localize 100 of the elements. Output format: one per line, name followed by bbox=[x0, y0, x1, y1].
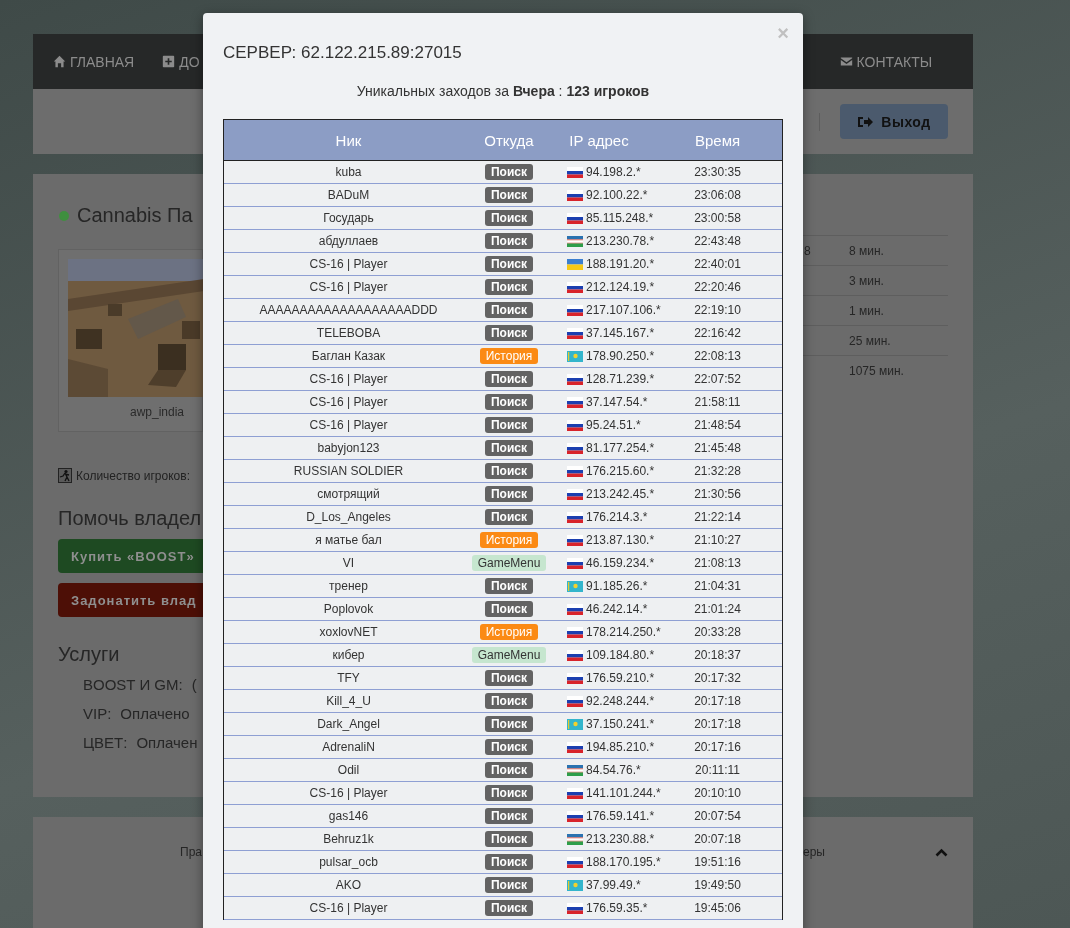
source-badge: Поиск bbox=[485, 302, 533, 318]
table-cell: 1 мин. bbox=[849, 303, 884, 318]
map-thumbnail[interactable]: awp_india bbox=[58, 249, 203, 432]
time-cell-text: 23:00:58 bbox=[693, 211, 742, 225]
nick-cell-text: BADuM bbox=[326, 188, 371, 202]
nick-cell-text: gas146 bbox=[327, 809, 370, 823]
time-cell-text: 22:20:46 bbox=[693, 280, 742, 294]
ip-address: 91.185.26.* bbox=[586, 579, 648, 593]
ip-address: 188.170.195.* bbox=[586, 855, 661, 869]
nav-link[interactable]: ДО bbox=[162, 53, 200, 70]
time-cell-text: 21:10:27 bbox=[693, 533, 742, 547]
nick-cell-text: Kill_4_U bbox=[325, 694, 372, 708]
time-cell-text: 22:40:01 bbox=[693, 257, 742, 271]
source-badge: Поиск bbox=[485, 785, 533, 801]
source-badge: Поиск bbox=[485, 716, 533, 732]
source-badge: Поиск bbox=[485, 693, 533, 709]
nick-cell-text: я матье бал bbox=[314, 533, 383, 547]
time-cell-text: 23:06:08 bbox=[693, 188, 742, 202]
ip-address: 109.184.80.* bbox=[586, 648, 655, 662]
nick-cell-text: Государь bbox=[322, 211, 375, 225]
nick-cell-text: Odil bbox=[336, 763, 361, 777]
time-cell-text: 21:45:48 bbox=[693, 441, 742, 455]
ip-address: 37.147.54.* bbox=[586, 395, 648, 409]
nick-cell-text: CS-16 | Player bbox=[308, 418, 389, 432]
ip-address: 178.90.250.* bbox=[586, 349, 655, 363]
nick-cell-text: AAAAAAAAAAAAAAAAAAADDD bbox=[258, 303, 439, 317]
nav-link[interactable]: ГЛАВНАЯ bbox=[53, 53, 135, 70]
time-cell-text: 22:16:42 bbox=[693, 326, 742, 340]
source-badge: Поиск bbox=[485, 831, 533, 847]
map-name: awp_india bbox=[130, 405, 186, 419]
ip-address: 176.59.35.* bbox=[586, 901, 648, 915]
sign-out-icon bbox=[857, 114, 875, 129]
ip-address: 84.54.76.* bbox=[586, 763, 641, 777]
nick-cell-text: CS-16 | Player bbox=[308, 786, 389, 800]
table-cell: 8 bbox=[804, 243, 811, 258]
nick-cell-text: TFY bbox=[336, 671, 361, 685]
source-badge: История bbox=[479, 532, 539, 548]
table-cell: 1075 мин. bbox=[849, 363, 904, 378]
ip-address: 81.177.254.* bbox=[586, 441, 655, 455]
ip-address: 217.107.106.* bbox=[586, 303, 661, 317]
time-cell-text: 19:45:06 bbox=[693, 901, 742, 915]
nick-cell-text: VI bbox=[341, 556, 356, 570]
ip-address: 85.115.248.* bbox=[586, 211, 654, 225]
source-badge: Поиск bbox=[485, 486, 533, 502]
ip-address: 188.191.20.* bbox=[586, 257, 655, 271]
ip-address: 213.230.78.* bbox=[586, 234, 655, 248]
source-badge: Поиск bbox=[485, 808, 533, 824]
service-name: VIP: bbox=[83, 705, 112, 722]
buy-button[interactable]: Купить «BOOST» bbox=[58, 539, 203, 573]
time-cell-text: 21:30:56 bbox=[693, 487, 742, 501]
source-badge: Поиск bbox=[485, 394, 533, 410]
services-heading: Услуги bbox=[58, 643, 121, 666]
service-name: BOOST И GM: bbox=[83, 676, 183, 693]
time-cell-text: 20:18:37 bbox=[693, 648, 742, 662]
source-badge: История bbox=[479, 624, 539, 640]
nick-cell-text: CS-16 | Player bbox=[308, 395, 389, 409]
nick-cell-text: babyjon123 bbox=[316, 441, 381, 455]
nick-cell-text: CS-16 | Player bbox=[308, 280, 389, 294]
nick-cell-text: kuba bbox=[334, 165, 363, 179]
ip-address: 176.214.3.* bbox=[586, 510, 648, 524]
player-icon bbox=[58, 468, 72, 483]
time-cell-text: 21:48:54 bbox=[693, 418, 742, 432]
logout-button[interactable]: Выход bbox=[840, 104, 948, 139]
source-badge: Поиск bbox=[485, 256, 533, 272]
server-title: Cannabis Па bbox=[77, 204, 193, 227]
nick-cell-text: CS-16 | Player bbox=[308, 372, 389, 386]
nick-cell-text: pulsar_ocb bbox=[318, 855, 379, 869]
time-cell-text: 22:08:13 bbox=[693, 349, 742, 363]
source-badge: Поиск bbox=[485, 877, 533, 893]
visits-summary: Уникальных заходов за Вчера : 123 игроков bbox=[355, 83, 651, 99]
source-badge: GameMenu bbox=[471, 555, 547, 571]
nick-cell-text: Poplovok bbox=[322, 602, 375, 616]
nick-cell-text: CS-16 | Player bbox=[308, 901, 389, 915]
service-value: Оплачен bbox=[136, 734, 198, 751]
help-heading: Помочь владел bbox=[58, 507, 203, 530]
source-badge: Поиск bbox=[485, 670, 533, 686]
chevron-up-icon[interactable] bbox=[935, 847, 948, 857]
source-badge: Поиск bbox=[485, 509, 533, 525]
nick-cell-text: D_Los_Angeles bbox=[305, 510, 392, 524]
ip-address: 92.248.244.* bbox=[586, 694, 655, 708]
time-cell-text: 22:07:52 bbox=[693, 372, 742, 386]
source-badge: Поиск bbox=[485, 601, 533, 617]
time-cell-text: 21:08:13 bbox=[693, 556, 742, 570]
ip-address: 213.242.45.* bbox=[586, 487, 655, 501]
time-cell-text: 20:17:18 bbox=[693, 694, 742, 708]
nick-cell-text: смотрящий bbox=[316, 487, 381, 501]
time-cell-text: 20:11:11 bbox=[694, 763, 741, 777]
donate-button[interactable]: Задонатить влад bbox=[58, 583, 203, 617]
source-badge: Поиск bbox=[485, 164, 533, 180]
nick-cell-text: AdrenaliN bbox=[321, 740, 376, 754]
table-cell: 8 мин. bbox=[849, 243, 884, 258]
source-badge: История bbox=[479, 348, 539, 364]
nick-cell-text: xoxlovNET bbox=[318, 625, 379, 639]
ip-address: 46.242.14.* bbox=[586, 602, 648, 616]
time-cell-text: 20:17:18 bbox=[693, 717, 742, 731]
table-cell: 25 мин. bbox=[849, 333, 891, 348]
source-badge: GameMenu bbox=[471, 647, 547, 663]
envelope-icon bbox=[839, 55, 853, 68]
nav-link[interactable]: КОНТАКТЫ bbox=[839, 53, 933, 70]
nick-cell-text: CS-16 | Player bbox=[308, 257, 389, 271]
